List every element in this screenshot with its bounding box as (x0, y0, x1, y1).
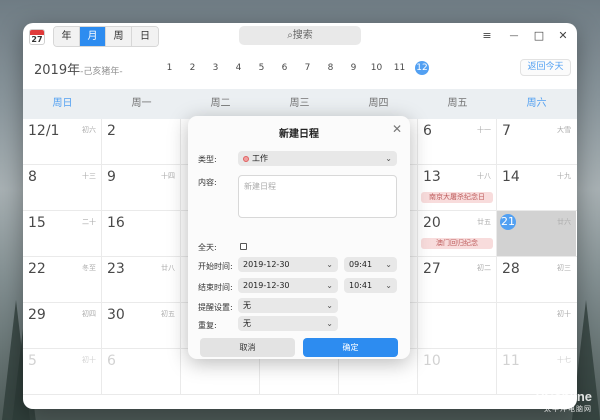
close-icon[interactable]: ✕ (392, 122, 402, 136)
chevron-down-icon: ⌄ (385, 281, 392, 290)
tab-day[interactable]: 日 (132, 27, 158, 46)
end-time-select[interactable]: 10:41 ⌄ (344, 278, 397, 293)
dialog-title: 新建日程 (279, 129, 319, 140)
end-time-label: 结束时间: (198, 283, 233, 292)
allday-label: 全天: (198, 243, 217, 252)
maximize-icon[interactable]: □ (531, 28, 547, 44)
repeat-select[interactable]: 无 ⌄ (238, 316, 338, 331)
remind-value: 无 (243, 301, 251, 310)
title-bar: 27 年 月 周 日 ⌕搜索 ≡ — □ ✕ (23, 23, 577, 51)
allday-checkbox[interactable] (240, 243, 247, 250)
start-time-value: 09:41 (349, 260, 373, 269)
type-select[interactable]: 工作 ⌄ (238, 151, 397, 166)
tab-month[interactable]: 月 (80, 27, 106, 46)
end-date-value: 2019-12-30 (243, 281, 290, 290)
minimize-icon[interactable]: — (506, 28, 522, 44)
chevron-down-icon: ⌄ (326, 319, 333, 328)
content-label: 内容: (198, 178, 217, 187)
chevron-down-icon: ⌄ (326, 301, 333, 310)
remind-label: 提醒设置: (198, 303, 233, 312)
type-value: 工作 (252, 154, 268, 163)
confirm-button[interactable]: 确定 (303, 338, 398, 357)
end-date-select[interactable]: 2019-12-30 ⌄ (238, 278, 338, 293)
view-tabs: 年 月 周 日 (53, 26, 159, 47)
chevron-down-icon: ⌄ (385, 260, 392, 269)
tab-year[interactable]: 年 (54, 27, 80, 46)
cancel-button[interactable]: 取消 (200, 338, 295, 357)
calendar-window: 27 年 月 周 日 ⌕搜索 ≡ — □ ✕ 2019年-己亥猪年- 12345… (23, 23, 577, 409)
calendar-app-icon: 27 (29, 29, 45, 45)
type-label: 类型: (198, 155, 217, 164)
watermark-line2: 太平洋电脑网 (544, 405, 592, 413)
search-input[interactable]: ⌕搜索 (239, 26, 361, 45)
repeat-value: 无 (243, 319, 251, 328)
end-time-value: 10:41 (349, 281, 373, 290)
close-icon[interactable]: ✕ (555, 28, 571, 44)
watermark-line1: PConline (535, 389, 592, 404)
chevron-down-icon: ⌄ (326, 260, 333, 269)
menu-icon[interactable]: ≡ (479, 28, 495, 44)
tab-week[interactable]: 周 (106, 27, 132, 46)
chevron-down-icon: ⌄ (385, 154, 392, 163)
watermark-logo: PConline 太平洋电脑网 (536, 389, 592, 414)
remind-select[interactable]: 无 ⌄ (238, 298, 338, 313)
start-date-value: 2019-12-30 (243, 260, 290, 269)
start-time-select[interactable]: 09:41 ⌄ (344, 257, 397, 272)
start-time-label: 开始时间: (198, 262, 233, 271)
start-date-select[interactable]: 2019-12-30 ⌄ (238, 257, 338, 272)
content-input[interactable]: 新建日程 (238, 175, 397, 218)
type-color-dot (243, 155, 249, 162)
search-placeholder: 搜索 (292, 30, 313, 41)
chevron-down-icon: ⌄ (326, 281, 333, 290)
